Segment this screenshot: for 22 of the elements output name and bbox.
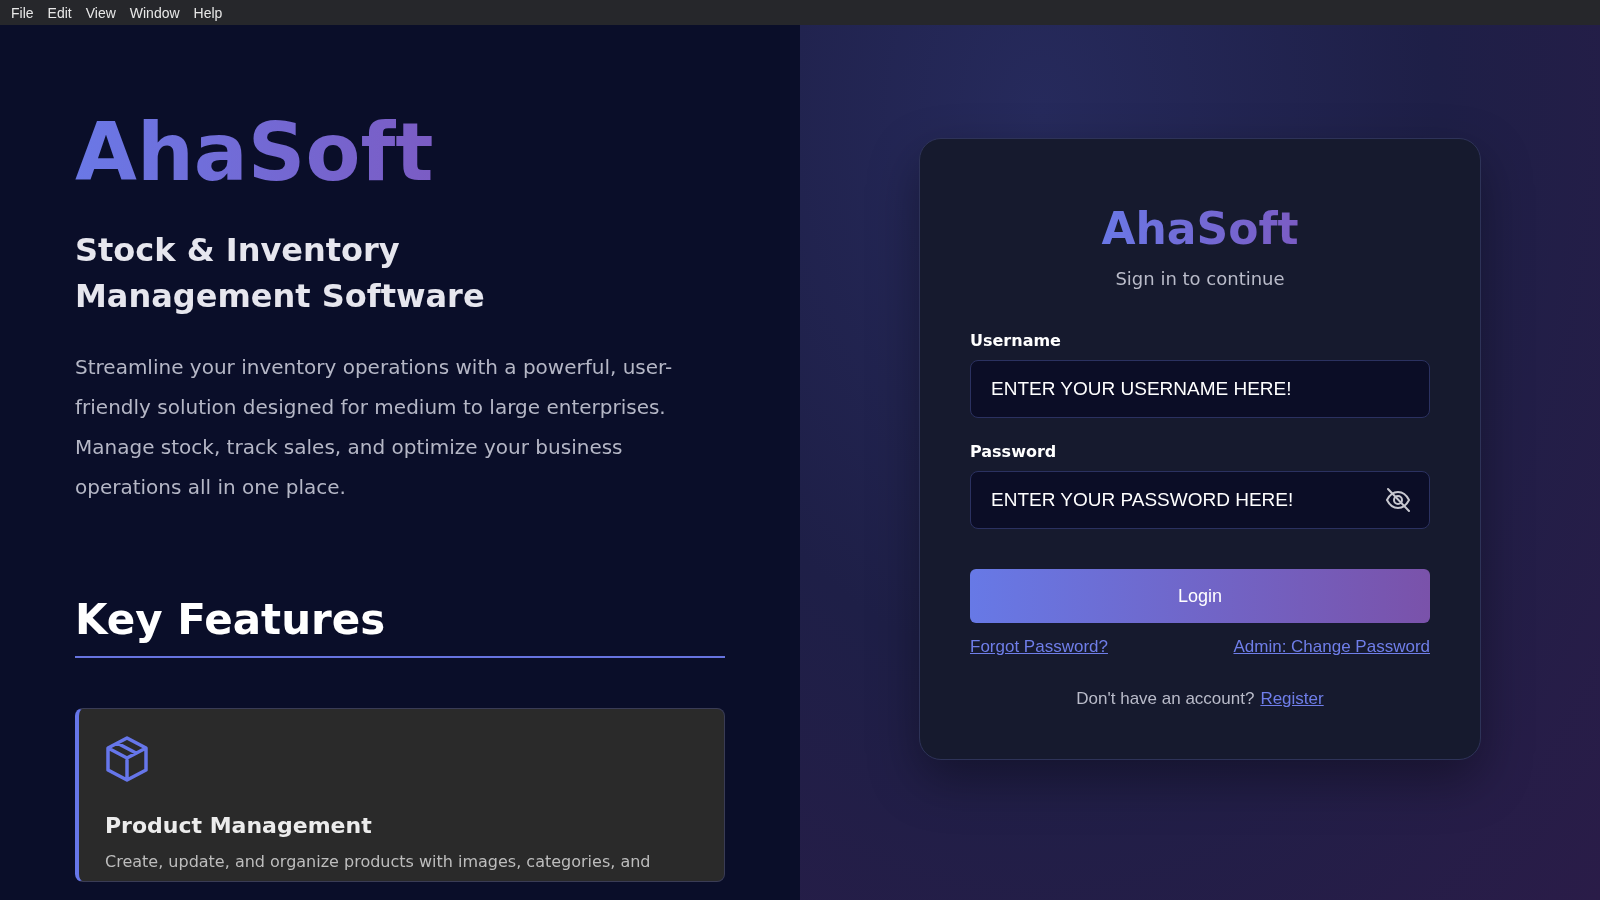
- menu-item[interactable]: Help: [186, 4, 230, 21]
- menu-item[interactable]: File: [4, 4, 41, 21]
- feature-description: Create, update, and organize products with images, categories, and: [105, 852, 652, 871]
- password-field[interactable]: ENTER YOUR PASSWORD HERE!: [970, 471, 1430, 529]
- eye-slash-icon[interactable]: [1384, 486, 1412, 514]
- menu-item[interactable]: Edit: [40, 4, 79, 21]
- subtitle: Stock & Inventory Management Software: [75, 230, 486, 317]
- field-label: Username: [970, 331, 1062, 350]
- field-label: Password: [970, 442, 1058, 461]
- card-subtitle: Sign in to continue: [1115, 268, 1285, 289]
- register-link[interactable]: Register: [1260, 689, 1324, 709]
- link[interactable]: Admin: Change Password: [1233, 637, 1430, 657]
- description: Streamline your inventory operations with a powerful, user-friendly solution designed for medium to large enterprises. Manage stock, track sales, and optimize your business operations all in one place.: [75, 354, 674, 501]
- menu-item[interactable]: View: [78, 4, 123, 21]
- menu-item[interactable]: Window: [122, 4, 187, 21]
- username-field[interactable]: ENTER YOUR USERNAME HERE!: [970, 360, 1430, 418]
- login-button[interactable]: Login: [970, 569, 1430, 623]
- link[interactable]: Forgot Password?: [970, 637, 1108, 657]
- section-heading: Key Features: [75, 595, 725, 658]
- register-prompt: Don't have an account?: [1076, 689, 1255, 709]
- feature-title: Product Management: [105, 813, 373, 838]
- box-icon: [105, 735, 149, 783]
